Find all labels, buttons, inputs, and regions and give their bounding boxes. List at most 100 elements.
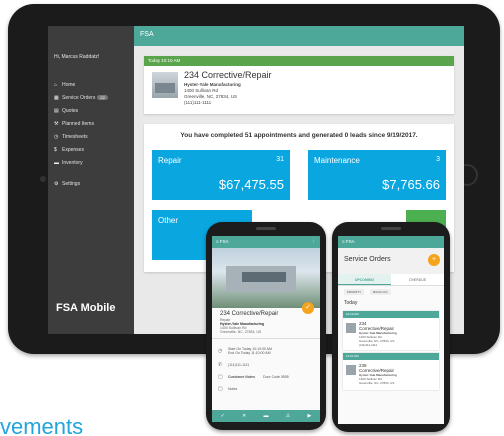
phone-app-title: FSA	[219, 239, 229, 244]
order-phone: (111)111-1111	[359, 343, 378, 347]
more-icon[interactable]: ⋮	[312, 238, 317, 244]
schedule-row: ◷ Start On Today 10:10:00 AM End On Toda…	[212, 343, 320, 359]
check-fab-button[interactable]: ✓	[302, 302, 314, 314]
wrench-icon: ⚒	[54, 120, 59, 127]
service-orders-header: Service Orders +	[338, 248, 444, 274]
phone-header: ≡ FSA	[338, 236, 444, 248]
order-card[interactable]: 11:10 AM 239 Corrective/Repair Hyster-Ya…	[343, 353, 439, 390]
tile-amount: $7,765.66	[382, 177, 440, 192]
tile-amount: $67,475.55	[218, 177, 284, 192]
contact-phone: (111)111-1111	[228, 363, 250, 367]
gear-icon: ⚙	[54, 180, 59, 187]
user-greeting: Hi, Marcus Raddatz!	[54, 54, 100, 60]
appointment-title: 234 Corrective/Repair	[184, 70, 272, 80]
tile-count: 3	[436, 156, 440, 163]
tab-overdue[interactable]: OVERDUE	[391, 274, 444, 285]
phone-speaker	[256, 227, 276, 230]
sidebar-item-expenses[interactable]: $ Expenses	[48, 143, 134, 156]
cropped-headline: vements	[0, 414, 84, 436]
app-title: FSA	[140, 31, 154, 38]
sidebar-item-planned-items[interactable]: ⚒ Planned Items	[48, 117, 134, 130]
calendar-icon: ▦	[54, 94, 59, 101]
order-time: 11:10 AM	[343, 353, 439, 360]
appointment-phone: (111)111-1111	[184, 100, 212, 105]
order-time: 10:10 AM	[343, 311, 439, 318]
tile-label: Repair	[158, 156, 182, 165]
phone-detail: ≡ FSA ⋮ ✓ 234 Corrective/Repair Repair H…	[206, 222, 326, 430]
sidebar-item-label: Planned Items	[62, 120, 94, 127]
phone-row[interactable]: ✆ (111)111-1111	[212, 359, 320, 371]
appointment-card[interactable]: Today 10:10 AM 234 Corrective/Repair Hys…	[144, 56, 454, 114]
order-filters: PRIORITY BACKLOG	[338, 286, 444, 298]
sidebar-item-inventory[interactable]: ▬ Inventory	[48, 156, 134, 169]
play-icon[interactable]: ▶	[308, 413, 312, 419]
tab-upcoming[interactable]: UPCOMING	[338, 274, 391, 285]
app-header: FSA	[134, 26, 464, 46]
tile-count: 31	[276, 156, 284, 163]
phone-header: ≡ FSA ⋮	[212, 236, 320, 248]
sidebar-item-settings[interactable]: ⚙ Settings	[48, 177, 134, 190]
order-city: Greenville, NC, 27834, US	[359, 381, 395, 385]
sidebar-item-label: Inventory	[62, 159, 83, 166]
tablet-camera	[40, 176, 46, 182]
appointment-time: Today 10:10 AM	[144, 56, 454, 66]
close-icon[interactable]: ✕	[242, 413, 246, 419]
day-heading: Today	[344, 300, 358, 306]
sidebar-item-label: Home	[62, 81, 76, 88]
appointment-company: Hyster-Yale Manufacturing	[184, 82, 241, 87]
truck-icon: ▬	[54, 159, 59, 166]
job-city: Greenville, NC, 27834, US	[220, 330, 262, 334]
warning-icon[interactable]: ⚠	[286, 413, 290, 419]
building-thumbnail	[346, 323, 356, 333]
tile-label: Maintenance	[314, 156, 360, 165]
order-card[interactable]: 10:10 AM 234 Corrective/Repair Hyster-Ya…	[343, 311, 439, 350]
repair-tile[interactable]: Repair 31 $67,475.55	[152, 150, 290, 200]
sidebar-item-service-orders[interactable]: ▦ Service Orders 22	[48, 91, 134, 104]
sidebar-item-timesheets[interactable]: ◷ Timesheets	[48, 130, 134, 143]
sidebar-item-label: Quotes	[62, 107, 79, 114]
customer-notes-row[interactable]: ▢ Customer Notes Door Code 5555	[212, 371, 320, 383]
door-code: Door Code 5555	[263, 375, 289, 379]
filter-priority[interactable]: PRIORITY	[344, 289, 365, 295]
add-order-button[interactable]: +	[428, 254, 440, 266]
sidebar-item-label: Timesheets	[62, 133, 88, 140]
phone-detail-screen: ≡ FSA ⋮ ✓ 234 Corrective/Repair Repair H…	[212, 236, 320, 422]
phone-icon: ✆	[218, 362, 223, 368]
order-tabs: UPCOMING OVERDUE	[338, 274, 444, 286]
home-icon: ⌂	[54, 81, 58, 88]
document-icon: ▤	[54, 107, 59, 114]
page-title: Service Orders	[344, 256, 391, 263]
sidebar-item-label: Expenses	[62, 146, 84, 153]
building-photo: ✓	[212, 248, 320, 314]
phone-speaker	[381, 227, 401, 230]
truck-icon[interactable]: ▬	[264, 413, 269, 419]
building-thumbnail	[346, 365, 356, 375]
sidebar-item-home[interactable]: ⌂ Home	[48, 78, 134, 91]
bottom-action-bar: ✓ ✕ ▬ ⚠ ▶	[212, 410, 320, 422]
maintenance-tile[interactable]: Maintenance 3 $7,765.66	[308, 150, 446, 200]
building-windows	[242, 272, 286, 282]
clock-icon: ◷	[218, 348, 223, 354]
order-body: 239 Corrective/Repair Hyster-Yale Manufa…	[343, 360, 439, 390]
customer-notes-label: Customer Notes	[228, 375, 256, 379]
sidebar-nav: ⌂ Home ▦ Service Orders 22 ▤ Quotes ⚒ Pl…	[48, 78, 134, 190]
notes-label: Notes	[228, 387, 238, 391]
divider	[212, 338, 320, 339]
service-orders-count-badge: 22	[97, 95, 108, 100]
phone-list-screen: ≡ FSA Service Orders + UPCOMING OVERDUE …	[338, 236, 444, 424]
summary-text: You have completed 51 appointments and g…	[180, 132, 418, 139]
dollar-icon: $	[54, 146, 57, 153]
sidebar-item-label: Settings	[62, 180, 81, 187]
appointment-street: 1400 Sullivan Rd	[184, 88, 219, 93]
sidebar-item-quotes[interactable]: ▤ Quotes	[48, 104, 134, 117]
notes-row[interactable]: ▢ Notes	[212, 383, 320, 395]
appointment-city: Greenville, NC, 27834, US	[184, 94, 238, 99]
tile-label: Other	[158, 216, 179, 225]
building-thumbnail	[152, 72, 178, 98]
filter-backlog[interactable]: BACKLOG	[370, 289, 391, 295]
clock-icon: ◷	[54, 133, 59, 140]
phone-list: ≡ FSA Service Orders + UPCOMING OVERDUE …	[332, 222, 450, 432]
check-icon[interactable]: ✓	[221, 413, 225, 419]
notes-icon: ▢	[218, 386, 223, 392]
